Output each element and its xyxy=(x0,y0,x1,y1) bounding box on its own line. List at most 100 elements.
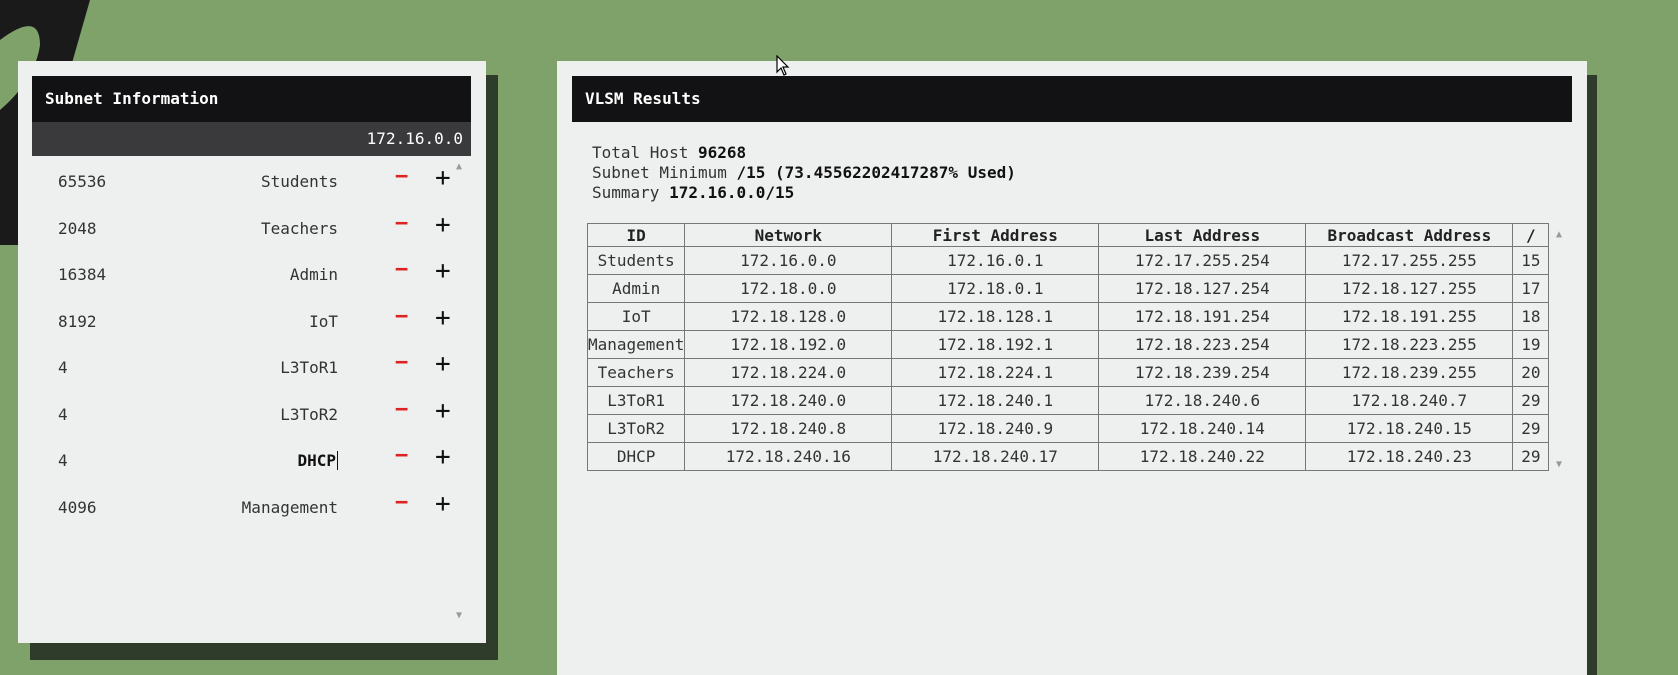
cell-id: DHCP xyxy=(586,442,686,471)
subnet-row: 2048 Teachers − + xyxy=(32,205,456,252)
increase-button[interactable]: + xyxy=(435,256,451,286)
decrease-button[interactable]: − xyxy=(395,350,408,375)
decrease-button[interactable]: − xyxy=(395,164,408,189)
host-count-field[interactable]: 4 xyxy=(58,451,68,470)
summary-label: Summary xyxy=(592,183,660,202)
host-count-field[interactable]: 4096 xyxy=(58,498,97,517)
subnet-name-field[interactable]: Students xyxy=(261,172,338,191)
subnet-name-field[interactable]: IoT xyxy=(309,312,338,331)
table-row: Admin 172.18.0.0 172.18.0.1 172.18.127.2… xyxy=(586,274,1550,303)
column-header-broadcast-address: Broadcast Address xyxy=(1305,223,1514,247)
increase-button[interactable]: + xyxy=(435,303,451,333)
subnet-row: 4 DHCP − + xyxy=(32,437,456,484)
column-header-id: ID xyxy=(586,223,686,247)
cell-network: 172.18.240.0 xyxy=(684,386,893,415)
cell-last-address: 172.18.191.254 xyxy=(1098,302,1307,331)
subnet-row: 16384 Admin − + xyxy=(32,251,456,298)
host-count-field[interactable]: 2048 xyxy=(58,219,97,238)
subnet-name-field[interactable]: Management xyxy=(242,498,338,517)
table-row: L3ToR1 172.18.240.0 172.18.240.1 172.18.… xyxy=(586,386,1550,415)
decrease-button[interactable]: − xyxy=(395,257,408,282)
cell-network: 172.18.192.0 xyxy=(684,330,893,359)
cell-prefix: 29 xyxy=(1512,442,1550,471)
subnet-name-field[interactable]: Admin xyxy=(290,265,338,284)
increase-button[interactable]: + xyxy=(435,489,451,519)
results-table: ID Network First Address Last Address Br… xyxy=(586,223,1550,471)
total-host-line: Total Host 96268 xyxy=(592,143,1016,163)
cell-network: 172.18.240.8 xyxy=(684,414,893,443)
panel-title: VLSM Results xyxy=(572,76,1572,122)
cell-last-address: 172.18.240.6 xyxy=(1098,386,1307,415)
cell-first-address: 172.18.192.1 xyxy=(891,330,1100,359)
total-host-label: Total Host xyxy=(592,143,689,162)
total-host-value: 96268 xyxy=(697,143,747,162)
table-row: DHCP 172.18.240.16 172.18.240.17 172.18.… xyxy=(586,442,1550,471)
host-count-field[interactable]: 4 xyxy=(58,405,68,424)
cell-id: L3ToR1 xyxy=(586,386,686,415)
subnet-name-field[interactable]: Teachers xyxy=(261,219,338,238)
cell-network: 172.18.224.0 xyxy=(684,358,893,387)
decrease-button[interactable]: − xyxy=(395,304,408,329)
cell-id: Students xyxy=(586,246,686,275)
cell-prefix: 17 xyxy=(1512,274,1550,303)
network-address-input[interactable]: 172.16.0.0 xyxy=(32,122,471,156)
cell-network: 172.18.240.16 xyxy=(684,442,893,471)
cell-id: Admin xyxy=(586,274,686,303)
decrease-button[interactable]: − xyxy=(395,211,408,236)
subnet-minimum-label: Subnet Minimum xyxy=(592,163,727,182)
subnet-list: 65536 Students − + 2048 Teachers − + 163… xyxy=(32,158,456,530)
table-row: L3ToR2 172.18.240.8 172.18.240.9 172.18.… xyxy=(586,414,1550,443)
cell-prefix: 29 xyxy=(1512,386,1550,415)
table-scroll-down-icon[interactable]: ▼ xyxy=(1556,459,1562,470)
decrease-button[interactable]: − xyxy=(395,490,408,515)
subnet-name-field[interactable]: DHCP xyxy=(297,451,338,470)
increase-button[interactable]: + xyxy=(435,396,451,426)
subnet-row: 4 L3ToR2 − + xyxy=(32,391,456,438)
cell-last-address: 172.18.127.254 xyxy=(1098,274,1307,303)
cell-network: 172.18.128.0 xyxy=(684,302,893,331)
scroll-down-icon[interactable]: ▼ xyxy=(456,610,462,621)
increase-button[interactable]: + xyxy=(435,442,451,472)
table-row: Students 172.16.0.0 172.16.0.1 172.17.25… xyxy=(586,246,1550,275)
cell-id: Management xyxy=(586,330,686,359)
column-header-first-address: First Address xyxy=(891,223,1100,247)
panel-title: Subnet Information xyxy=(32,76,471,122)
cell-id: Teachers xyxy=(586,358,686,387)
cell-id: IoT xyxy=(586,302,686,331)
table-header-row: ID Network First Address Last Address Br… xyxy=(586,223,1550,247)
cell-prefix: 19 xyxy=(1512,330,1550,359)
cell-broadcast-address: 172.18.223.255 xyxy=(1305,330,1514,359)
host-count-field[interactable]: 16384 xyxy=(58,265,106,284)
cell-first-address: 172.18.240.9 xyxy=(891,414,1100,443)
table-row: Teachers 172.18.224.0 172.18.224.1 172.1… xyxy=(586,358,1550,387)
table-row: IoT 172.18.128.0 172.18.128.1 172.18.191… xyxy=(586,302,1550,331)
summary-value: 172.16.0.0/15 xyxy=(669,183,795,202)
host-count-field[interactable]: 65536 xyxy=(58,172,106,191)
host-count-field[interactable]: 4 xyxy=(58,358,68,377)
results-summary: Total Host 96268 Subnet Minimum /15 (73.… xyxy=(592,143,1016,203)
cell-broadcast-address: 172.18.239.255 xyxy=(1305,358,1514,387)
cell-broadcast-address: 172.18.191.255 xyxy=(1305,302,1514,331)
cell-network: 172.18.0.0 xyxy=(684,274,893,303)
cell-last-address: 172.18.239.254 xyxy=(1098,358,1307,387)
cell-broadcast-address: 172.18.240.15 xyxy=(1305,414,1514,443)
column-header-prefix: / xyxy=(1512,223,1550,247)
decrease-button[interactable]: − xyxy=(395,397,408,422)
scroll-up-icon[interactable]: ▲ xyxy=(456,161,462,172)
cell-broadcast-address: 172.18.240.7 xyxy=(1305,386,1514,415)
decrease-button[interactable]: − xyxy=(395,443,408,468)
cell-prefix: 29 xyxy=(1512,414,1550,443)
increase-button[interactable]: + xyxy=(435,163,451,193)
cell-last-address: 172.18.240.14 xyxy=(1098,414,1307,443)
host-count-field[interactable]: 8192 xyxy=(58,312,97,331)
table-scroll-up-icon[interactable]: ▲ xyxy=(1556,229,1562,240)
increase-button[interactable]: + xyxy=(435,210,451,240)
summary-line: Summary 172.16.0.0/15 xyxy=(592,183,1016,203)
subnet-information-panel: Subnet Information 172.16.0.0 65536 Stud… xyxy=(18,61,486,643)
increase-button[interactable]: + xyxy=(435,349,451,379)
cell-network: 172.16.0.0 xyxy=(684,246,893,275)
cell-id: L3ToR2 xyxy=(586,414,686,443)
subnet-name-field[interactable]: L3ToR1 xyxy=(280,358,338,377)
cell-broadcast-address: 172.18.240.23 xyxy=(1305,442,1514,471)
subnet-name-field[interactable]: L3ToR2 xyxy=(280,405,338,424)
